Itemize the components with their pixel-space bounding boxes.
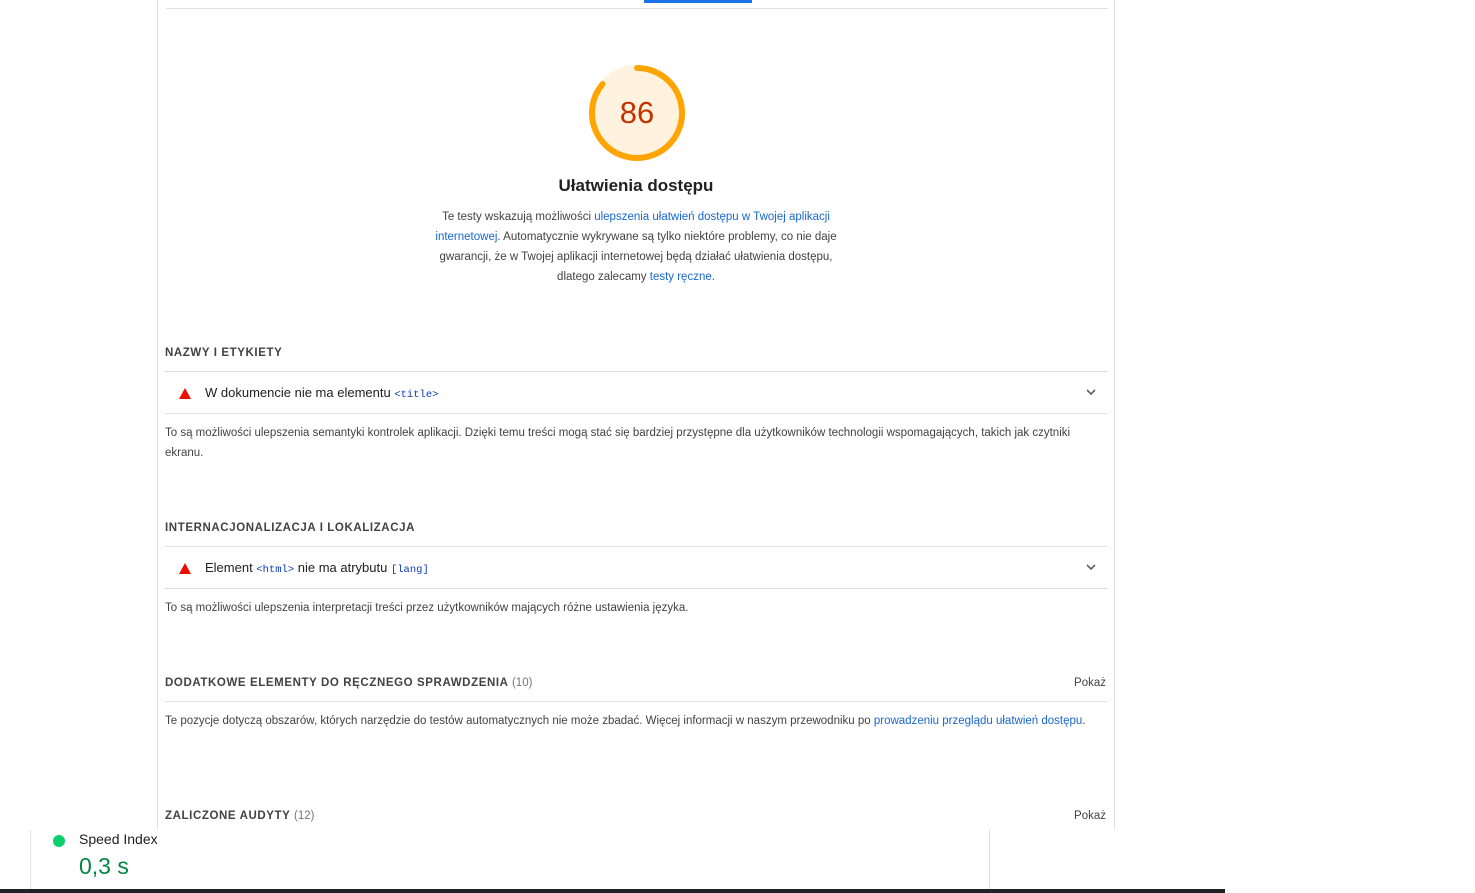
audit-count: (10) (511, 677, 533, 689)
group-title-manual-checks: DODATKOWE ELEMENTY DO RĘCZNEGO SPRAWDZEN… (165, 677, 533, 689)
category-description: Te testy wskazują możliwości ulepszenia … (430, 207, 842, 287)
audit-count: (12) (294, 810, 315, 822)
bottom-bar (0, 889, 1225, 893)
code-lang-attr: [lang] (390, 564, 429, 576)
active-tab-indicator (644, 0, 752, 3)
description-text: Te testy wskazują możliwości (442, 211, 595, 223)
group-title-internationalization: INTERNACJONALIZACJA I LOKALIZACJA (165, 522, 416, 534)
show-passed-audits-button[interactable]: Pokaż (1074, 810, 1106, 822)
audit-divider (165, 588, 1107, 589)
group-description: To są możliwości ulepszenia interpretacj… (165, 602, 689, 614)
chevron-down-icon[interactable] (1085, 561, 1097, 573)
audit-row-document-title[interactable]: W dokumencie nie ma elementu <title> (165, 372, 1107, 414)
group-title-passed-audits: ZALICZONE AUDYTY (12) (165, 810, 315, 822)
accessibility-report-panel: 86 Ułatwienia dostępu Te testy wskazują … (157, 0, 1115, 830)
group-description: Te pozycje dotyczą obszarów, których nar… (165, 715, 1086, 727)
show-manual-checks-button[interactable]: Pokaż (1074, 677, 1106, 689)
manual-testing-link[interactable]: testy ręczne (650, 271, 712, 283)
metric-speed-index: Speed Index 0,3 s (30, 830, 990, 890)
review-guide-link[interactable]: prowadzeniu przeglądu ułatwień dostępu (874, 715, 1082, 727)
chevron-down-icon[interactable] (1085, 386, 1097, 398)
metric-label: Speed Index (79, 831, 158, 847)
category-title: Ułatwienia dostępu (558, 176, 714, 195)
audit-row-html-lang[interactable]: Element <html> nie ma atrybutu [lang] (165, 547, 1107, 589)
top-divider (166, 8, 1108, 9)
score-gauge: 86 (588, 64, 686, 162)
audit-divider (165, 413, 1107, 414)
group-description: To są możliwości ulepszenia semantyki ko… (165, 427, 1071, 459)
group-divider (165, 701, 1107, 702)
red-triangle-icon (179, 388, 191, 399)
green-circle-icon (53, 835, 65, 847)
audit-title: W dokumencie nie ma elementu <title> (205, 385, 439, 401)
audit-title: Element <html> nie ma atrybutu [lang] (205, 560, 429, 576)
description-text: . (711, 271, 715, 283)
score-value: 86 (619, 95, 655, 130)
group-title-names-labels: NAZWY I ETYKIETY (165, 347, 283, 359)
red-triangle-icon (179, 563, 191, 574)
metric-value: 0,3 s (79, 853, 129, 879)
description-text: . Automatycznie wykrywane są tylko niekt… (439, 231, 837, 283)
code-title-tag: <title> (394, 389, 439, 401)
code-html-tag: <html> (256, 564, 295, 576)
